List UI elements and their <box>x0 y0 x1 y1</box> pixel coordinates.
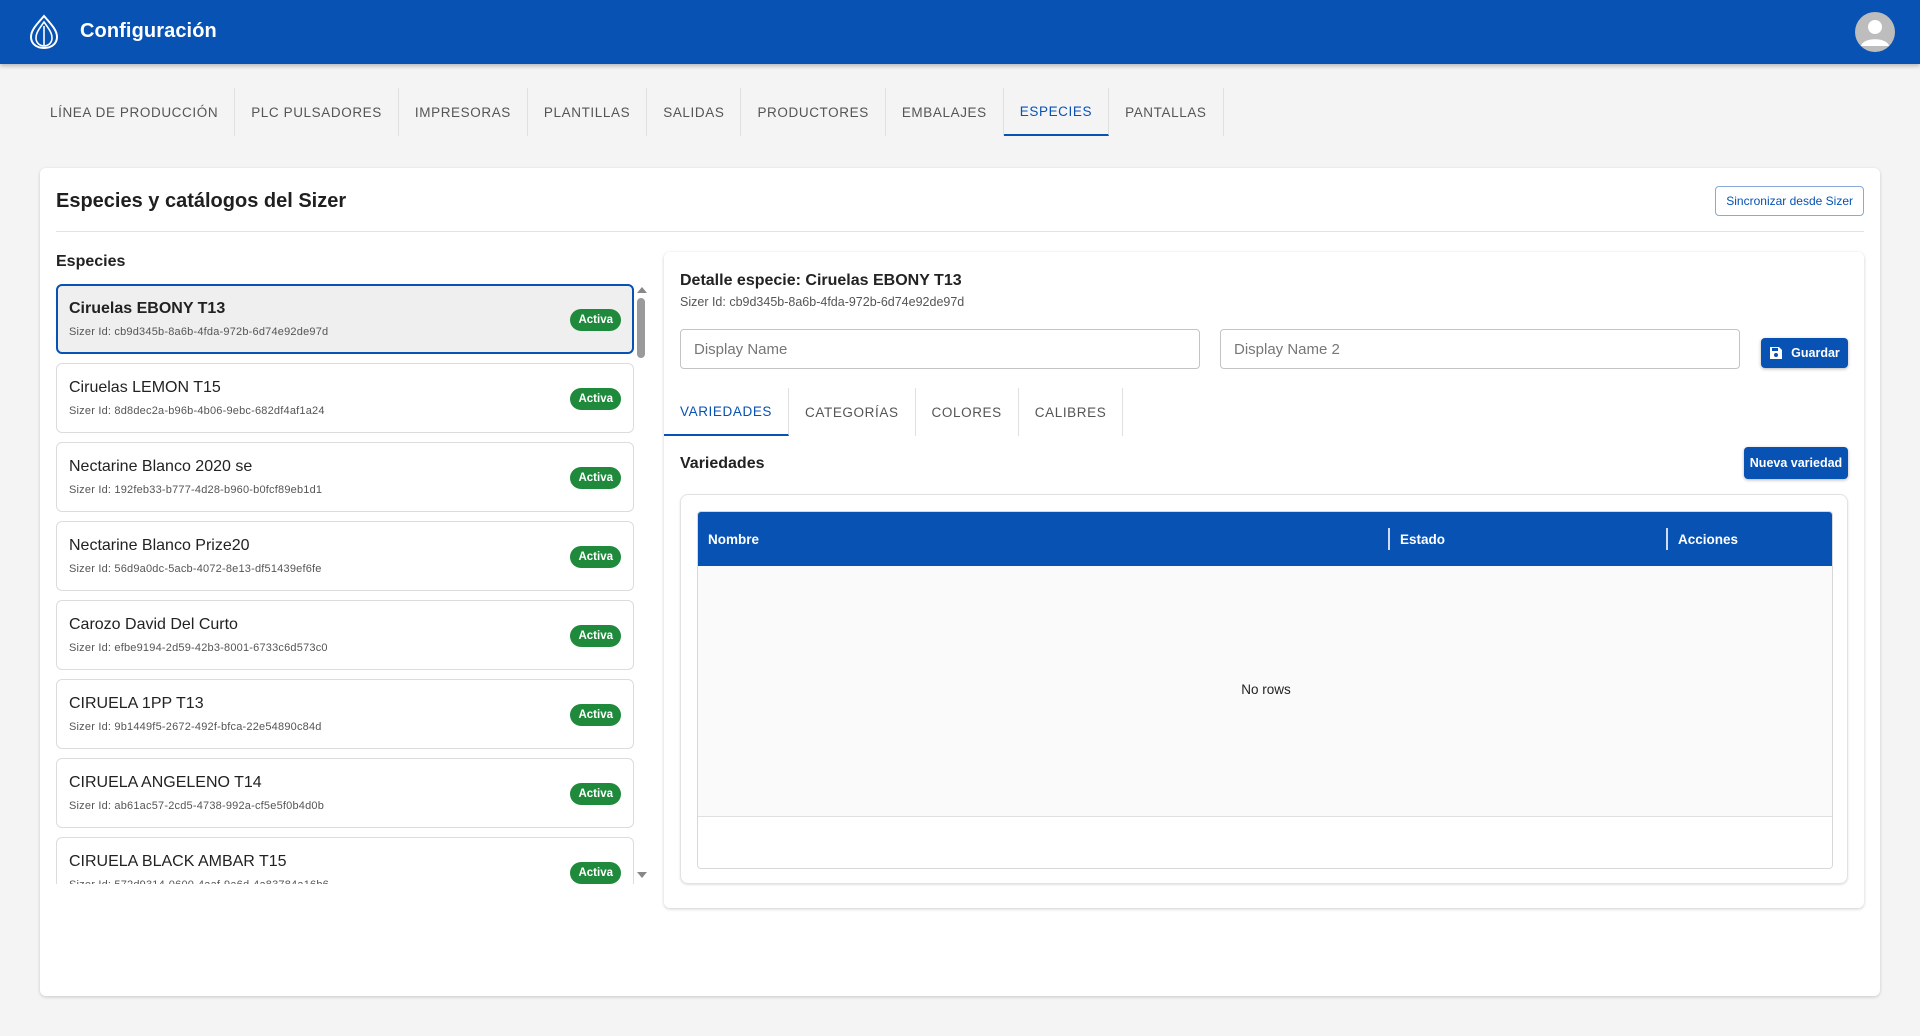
species-list-item[interactable]: Carozo David Del Curto Sizer Id: efbe9194… <box>56 600 634 670</box>
species-list-item[interactable]: Ciruelas EBONY T13 Sizer Id: cb9d345b-8a6… <box>56 284 634 354</box>
tab-impresoras[interactable]: IMPRESORAS <box>399 88 528 136</box>
save-button[interactable]: Guardar <box>1761 338 1848 368</box>
tab-embalajes[interactable]: EMBALAJES <box>886 88 1004 136</box>
grid-footer <box>698 816 1832 868</box>
display-name-field[interactable] <box>680 329 1200 369</box>
tab-plantillas[interactable]: PLANTILLAS <box>528 88 648 136</box>
species-name: CIRUELA ANGELENO T14 <box>69 774 262 791</box>
app-bar: Configuración <box>0 0 1920 64</box>
tab-salidas[interactable]: SALIDAS <box>647 88 742 136</box>
species-heading: Especies <box>56 253 126 270</box>
display-name-2-field[interactable] <box>1220 329 1740 369</box>
floppy-disk-icon <box>1770 347 1783 359</box>
status-badge: Activa <box>570 625 621 647</box>
species-sizer-id: Sizer Id: ab61ac57-2cd5-4738-992a-cf5e5f… <box>69 800 325 812</box>
detail-sizer-id: Sizer Id: cb9d345b-8a6b-4fda-972b-6d74e9… <box>680 295 965 309</box>
status-badge: Activa <box>570 309 621 331</box>
scroll-up-arrow-icon[interactable] <box>637 287 647 293</box>
tab-línea-de-producción[interactable]: LÍNEA DE PRODUCCIÓN <box>34 88 236 136</box>
subtab-variedades[interactable]: VARIEDADES <box>664 388 790 436</box>
status-badge: Activa <box>570 467 621 489</box>
species-name: Carozo David Del Curto <box>69 616 238 633</box>
species-list-item[interactable]: CIRUELA ANGELENO T14 Sizer Id: ab61ac57-2… <box>56 758 634 828</box>
tab-pantallas[interactable]: PANTALLAS <box>1109 88 1224 136</box>
page-title: Especies y catálogos del Sizer <box>56 190 347 212</box>
species-sizer-id: Sizer Id: 8d8dec2a-b96b-4b06-9ebc-682df4… <box>69 405 325 417</box>
app-title: Configuración <box>80 20 217 42</box>
divider <box>56 231 1864 232</box>
species-list-item[interactable]: Nectarine Blanco Prize20 Sizer Id: 56d9a0… <box>56 521 634 591</box>
column-header-acciones[interactable]: Acciones <box>1668 512 1828 566</box>
subtab-colores[interactable]: COLORES <box>916 388 1019 436</box>
new-variety-button[interactable]: Nueva variedad <box>1744 447 1848 479</box>
varieties-grid: Nombre Estado Acciones No rows <box>697 511 1833 869</box>
detail-title: Detalle especie: Ciruelas EBONY T13 <box>680 272 962 289</box>
species-name: Nectarine Blanco 2020 se <box>69 458 253 475</box>
tab-productores[interactable]: PRODUCTORES <box>741 88 886 136</box>
account-circle-icon[interactable] <box>1855 12 1895 52</box>
status-badge: Activa <box>570 783 621 805</box>
status-badge: Activa <box>570 546 621 568</box>
species-sizer-id: Sizer Id: cb9d345b-8a6b-4fda-972b-6d74e9… <box>69 326 329 338</box>
species-name: Ciruelas LEMON T15 <box>69 379 221 396</box>
column-header-estado[interactable]: Estado <box>1390 512 1666 566</box>
species-list-item[interactable]: Nectarine Blanco 2020 se Sizer Id: 192feb… <box>56 442 634 512</box>
column-header-nombre[interactable]: Nombre <box>698 512 1388 566</box>
status-badge: Activa <box>570 388 621 410</box>
species-detail-panel: Detalle especie: Ciruelas EBONY T13 Size… <box>664 252 1864 908</box>
species-sizer-id: Sizer Id: 9b1449f5-2672-492f-bfca-22e548… <box>69 721 322 733</box>
grid-header: Nombre Estado Acciones <box>698 512 1832 566</box>
species-list-item[interactable]: CIRUELA BLACK AMBAR T15 Sizer Id: 572d931… <box>56 837 634 884</box>
config-tabs: LÍNEA DE PRODUCCIÓN PLC PULSADORES IMPRESO… <box>34 88 1224 136</box>
empty-grid-message: No rows <box>1241 682 1291 697</box>
detail-subtabs: VARIEDADES CATEGORÍAS COLORES CALIBRES <box>664 388 1124 436</box>
status-badge: Activa <box>570 704 621 726</box>
species-name: CIRUELA BLACK AMBAR T15 <box>69 853 287 870</box>
leaf-drop-logo[interactable] <box>27 14 61 50</box>
tab-plc-pulsadores[interactable]: PLC PULSADORES <box>235 88 399 136</box>
subtab-categorías[interactable]: CATEGORÍAS <box>789 388 916 436</box>
status-badge: Activa <box>570 862 621 884</box>
species-list-item[interactable]: CIRUELA 1PP T13 Sizer Id: 9b1449f5-2672-4… <box>56 679 634 749</box>
species-sizer-id: Sizer Id: 572d9314-0600-4aaf-9a6d-4a8378… <box>69 879 329 884</box>
subtab-calibres[interactable]: CALIBRES <box>1019 388 1124 436</box>
species-card: Especies y catálogos del Sizer Sincroniz… <box>40 168 1880 996</box>
scroll-down-arrow-icon[interactable] <box>637 872 647 878</box>
species-list-scrollbar[interactable] <box>634 284 650 884</box>
species-sizer-id: Sizer Id: 192feb33-b777-4d28-b960-b0fcf8… <box>69 484 323 496</box>
varieties-table-container: Nombre Estado Acciones No rows <box>680 494 1848 884</box>
species-name: CIRUELA 1PP T13 <box>69 695 204 712</box>
save-button-label: Guardar <box>1791 346 1840 360</box>
species-name: Ciruelas EBONY T13 <box>69 300 226 317</box>
species-name: Nectarine Blanco Prize20 <box>69 537 250 554</box>
tab-especies[interactable]: ESPECIES <box>1003 88 1110 136</box>
species-list-item[interactable]: Ciruelas LEMON T15 Sizer Id: 8d8dec2a-b96… <box>56 363 634 433</box>
species-sizer-id: Sizer Id: efbe9194-2d59-42b3-8001-6733c6… <box>69 642 328 654</box>
sync-from-sizer-button[interactable]: Sincronizar desde Sizer <box>1715 186 1864 216</box>
scroll-thumb[interactable] <box>637 298 645 358</box>
varieties-heading: Variedades <box>680 455 765 472</box>
species-sizer-id: Sizer Id: 56d9a0dc-5acb-4072-8e13-df5143… <box>69 563 322 575</box>
species-list: Ciruelas EBONY T13 Sizer Id: cb9d345b-8a6… <box>56 284 634 884</box>
